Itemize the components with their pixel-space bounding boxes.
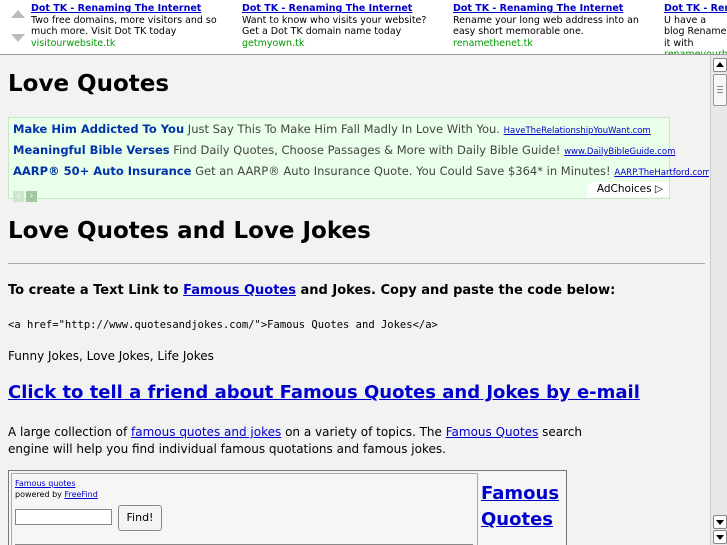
page-title: Love Quotes [8, 71, 170, 97]
top-ad-desc: Two free domains, more visitors and so m… [31, 14, 217, 38]
jokes-line: Funny Jokes, Love Jokes, Life Jokes [8, 349, 214, 363]
side-link-line[interactable]: Famous [481, 481, 559, 507]
ad-url[interactable]: HaveTheRelationshipYouWant.com [504, 126, 651, 136]
side-link-line[interactable]: Quotes [481, 507, 559, 533]
top-ad-title[interactable]: Dot TK - Renaming The Internet [31, 3, 231, 15]
famous-quotes-jokes-link[interactable]: famous quotes and jokes [131, 425, 281, 439]
tell-friend-link[interactable]: Click to tell a friend about Famous Quot… [8, 382, 640, 403]
famous-quotes-link[interactable]: Famous Quotes [183, 283, 296, 298]
ad-url[interactable]: www.DailyBibleGuide.com [564, 147, 675, 157]
ad-desc: Get an AARP® Auto Insurance Quote. You C… [195, 164, 611, 178]
arrow-down-icon[interactable] [11, 34, 25, 42]
code-snippet: <a href="http://www.quotesandjokes.com/"… [8, 319, 438, 331]
ad-row[interactable]: AARP® 50+ Auto Insurance Get an AARP® Au… [13, 164, 709, 178]
freefind-famous-quotes-link[interactable]: Famous quotes [15, 479, 76, 488]
ad-desc: Find Daily Quotes, Choose Passages & Mor… [173, 143, 561, 157]
ad-block: Make Him Addicted To You Just Say This T… [8, 117, 709, 202]
top-ad-url[interactable]: renamethenet.tk [453, 38, 653, 50]
textlink-heading: To create a Text Link to Famous Quotes a… [8, 283, 615, 298]
ad-url[interactable]: AARP.TheHartford.com [614, 168, 709, 178]
find-button[interactable]: Find! [118, 505, 162, 531]
top-ad-desc: Want to know who visits your website? Ge… [242, 14, 427, 38]
powered-by-text: powered by [15, 490, 65, 499]
arrow-up-icon [716, 62, 724, 67]
ad-nav: ‹ › [13, 183, 39, 202]
ad-row[interactable]: Make Him Addicted To You Just Say This T… [13, 122, 651, 136]
scroll-up-button[interactable] [713, 58, 727, 72]
freefind-powered-by: powered by FreeFind [15, 490, 98, 499]
top-ad-url[interactable]: visitourwebsite.tk [31, 38, 231, 50]
section-title: Love Quotes and Love Jokes [8, 218, 371, 244]
top-ad-desc: U have a blog Rename it with [664, 14, 727, 49]
ad-title[interactable]: AARP® 50+ Auto Insurance [13, 164, 191, 178]
collection-paragraph: A large collection of famous quotes and … [8, 424, 618, 458]
scroll-down-button[interactable] [713, 530, 727, 544]
top-ad-4[interactable]: Dot TK - Rena U have a blog Rename it wi… [664, 3, 727, 54]
collection-text: A large collection of [8, 425, 132, 439]
scroll-down-button[interactable] [713, 515, 727, 529]
top-ad-banner: Dot TK - Renaming The Internet Two free … [0, 0, 727, 55]
vertical-scrollbar[interactable] [710, 55, 727, 545]
collection-text: on a variety of topics. The [281, 425, 446, 439]
page-content: Love Quotes Make Him Addicted To You Jus… [0, 55, 709, 545]
textlink-prefix: To create a Text Link to [8, 283, 184, 298]
ad-title[interactable]: Meaningful Bible Verses [13, 143, 170, 157]
ad-scroll-arrows[interactable] [9, 8, 27, 44]
top-ad-title[interactable]: Dot TK - Rena [664, 3, 727, 15]
scroll-thumb[interactable] [713, 74, 727, 106]
search-input[interactable] [15, 509, 112, 525]
top-ad-title[interactable]: Dot TK - Renaming The Internet [453, 3, 653, 15]
textlink-suffix: and Jokes. Copy and paste the code below… [296, 283, 616, 298]
famous-quotes-side-link[interactable]: Famous Quotes [481, 481, 559, 533]
freefind-search-box: Famous quotes powered by FreeFind Find! … [8, 470, 567, 545]
top-ad-url[interactable]: getmyown.tk [242, 38, 442, 50]
adchoices-badge[interactable]: AdChoices ▷ [586, 182, 669, 197]
freefind-form: Famous quotes powered by FreeFind Find! [11, 473, 478, 545]
ad-row[interactable]: Meaningful Bible Verses Find Daily Quote… [13, 143, 675, 157]
arrow-down-icon [716, 520, 724, 525]
top-ad-2[interactable]: Dot TK - Renaming The Internet Want to k… [242, 3, 442, 49]
arrow-down-icon [716, 535, 724, 540]
freefind-link[interactable]: FreeFind [64, 490, 97, 499]
top-ad-3[interactable]: Dot TK - Renaming The Internet Rename yo… [453, 3, 653, 49]
ad-title[interactable]: Make Him Addicted To You [13, 122, 184, 136]
top-ad-title[interactable]: Dot TK - Renaming The Internet [242, 3, 442, 15]
arrow-up-icon[interactable] [11, 10, 25, 18]
ad-next-button[interactable]: › [26, 191, 37, 202]
ad-prev-button[interactable]: ‹ [13, 191, 24, 202]
ad-desc: Just Say This To Make Him Fall Madly In … [187, 122, 500, 136]
divider [8, 263, 705, 264]
famous-quotes-link[interactable]: Famous Quotes [446, 425, 539, 439]
top-ad-1[interactable]: Dot TK - Renaming The Internet Two free … [31, 3, 231, 49]
top-ad-desc: Rename your long web address into an eas… [453, 14, 639, 38]
